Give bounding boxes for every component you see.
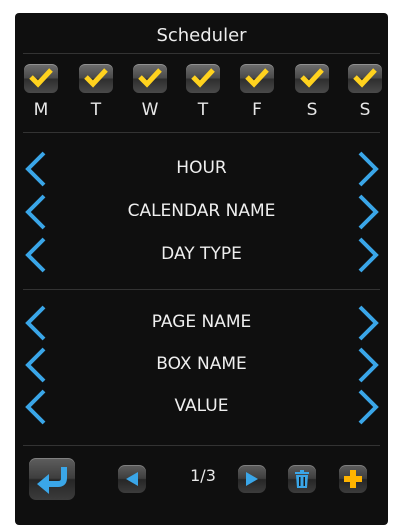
day-monday[interactable]: M xyxy=(24,64,58,120)
selector-hour: HOUR xyxy=(15,149,388,189)
day-friday[interactable]: F xyxy=(240,64,274,120)
day-label: T xyxy=(90,100,102,120)
divider xyxy=(23,289,380,290)
selector-label: DAY TYPE xyxy=(161,244,242,264)
day-label: T xyxy=(197,100,209,120)
day-label: S xyxy=(306,100,318,120)
day-tuesday[interactable]: T xyxy=(79,64,113,120)
scheduler-panel: Scheduler M T W T F S S HOUR CALENDAR NA… xyxy=(15,13,388,525)
selector-label: CALENDAR NAME xyxy=(127,201,276,221)
selector-box-name: BOX NAME xyxy=(15,345,388,385)
check-icon[interactable] xyxy=(348,64,382,93)
day-label: F xyxy=(252,100,262,120)
triangle-right-icon xyxy=(246,472,258,486)
selector-label: VALUE xyxy=(174,396,229,416)
back-arrow-icon xyxy=(37,467,67,494)
day-wednesday[interactable]: W xyxy=(133,64,167,120)
selector-label: HOUR xyxy=(176,158,227,178)
chevron-left-icon[interactable] xyxy=(22,345,50,385)
selector-calendar-name: CALENDAR NAME xyxy=(15,192,388,232)
chevron-left-icon[interactable] xyxy=(22,387,50,427)
selector-label: BOX NAME xyxy=(156,354,247,374)
selector-value: VALUE xyxy=(15,387,388,427)
day-sunday[interactable]: S xyxy=(348,64,382,120)
check-icon[interactable] xyxy=(240,64,274,93)
chevron-right-icon[interactable] xyxy=(354,149,382,189)
check-icon[interactable] xyxy=(295,64,329,93)
page-indicator: 1/3 xyxy=(190,466,216,485)
day-label: S xyxy=(359,100,371,120)
page-title: Scheduler xyxy=(156,25,247,46)
day-label: W xyxy=(141,100,159,120)
day-label: M xyxy=(33,100,49,120)
selector-day-type: DAY TYPE xyxy=(15,235,388,275)
divider xyxy=(23,53,380,54)
previous-page-button[interactable] xyxy=(118,465,146,493)
plus-icon xyxy=(344,470,362,488)
check-icon[interactable] xyxy=(79,64,113,93)
check-icon[interactable] xyxy=(186,64,220,93)
chevron-right-icon[interactable] xyxy=(354,345,382,385)
chevron-left-icon[interactable] xyxy=(22,149,50,189)
check-icon[interactable] xyxy=(133,64,167,93)
back-button[interactable] xyxy=(29,458,75,500)
chevron-right-icon[interactable] xyxy=(354,303,382,343)
triangle-left-icon xyxy=(126,472,138,486)
selector-label: PAGE NAME xyxy=(151,312,252,332)
check-icon[interactable] xyxy=(24,64,58,93)
trash-icon xyxy=(295,470,309,488)
add-button[interactable] xyxy=(339,465,367,493)
divider xyxy=(23,445,380,446)
delete-button[interactable] xyxy=(288,465,316,493)
chevron-right-icon[interactable] xyxy=(354,387,382,427)
day-saturday[interactable]: S xyxy=(295,64,329,120)
selector-page-name: PAGE NAME xyxy=(15,303,388,343)
chevron-left-icon[interactable] xyxy=(22,303,50,343)
chevron-left-icon[interactable] xyxy=(22,235,50,275)
chevron-right-icon[interactable] xyxy=(354,192,382,232)
day-thursday[interactable]: T xyxy=(186,64,220,120)
chevron-left-icon[interactable] xyxy=(22,192,50,232)
chevron-right-icon[interactable] xyxy=(354,235,382,275)
divider xyxy=(23,132,380,133)
next-page-button[interactable] xyxy=(238,465,266,493)
